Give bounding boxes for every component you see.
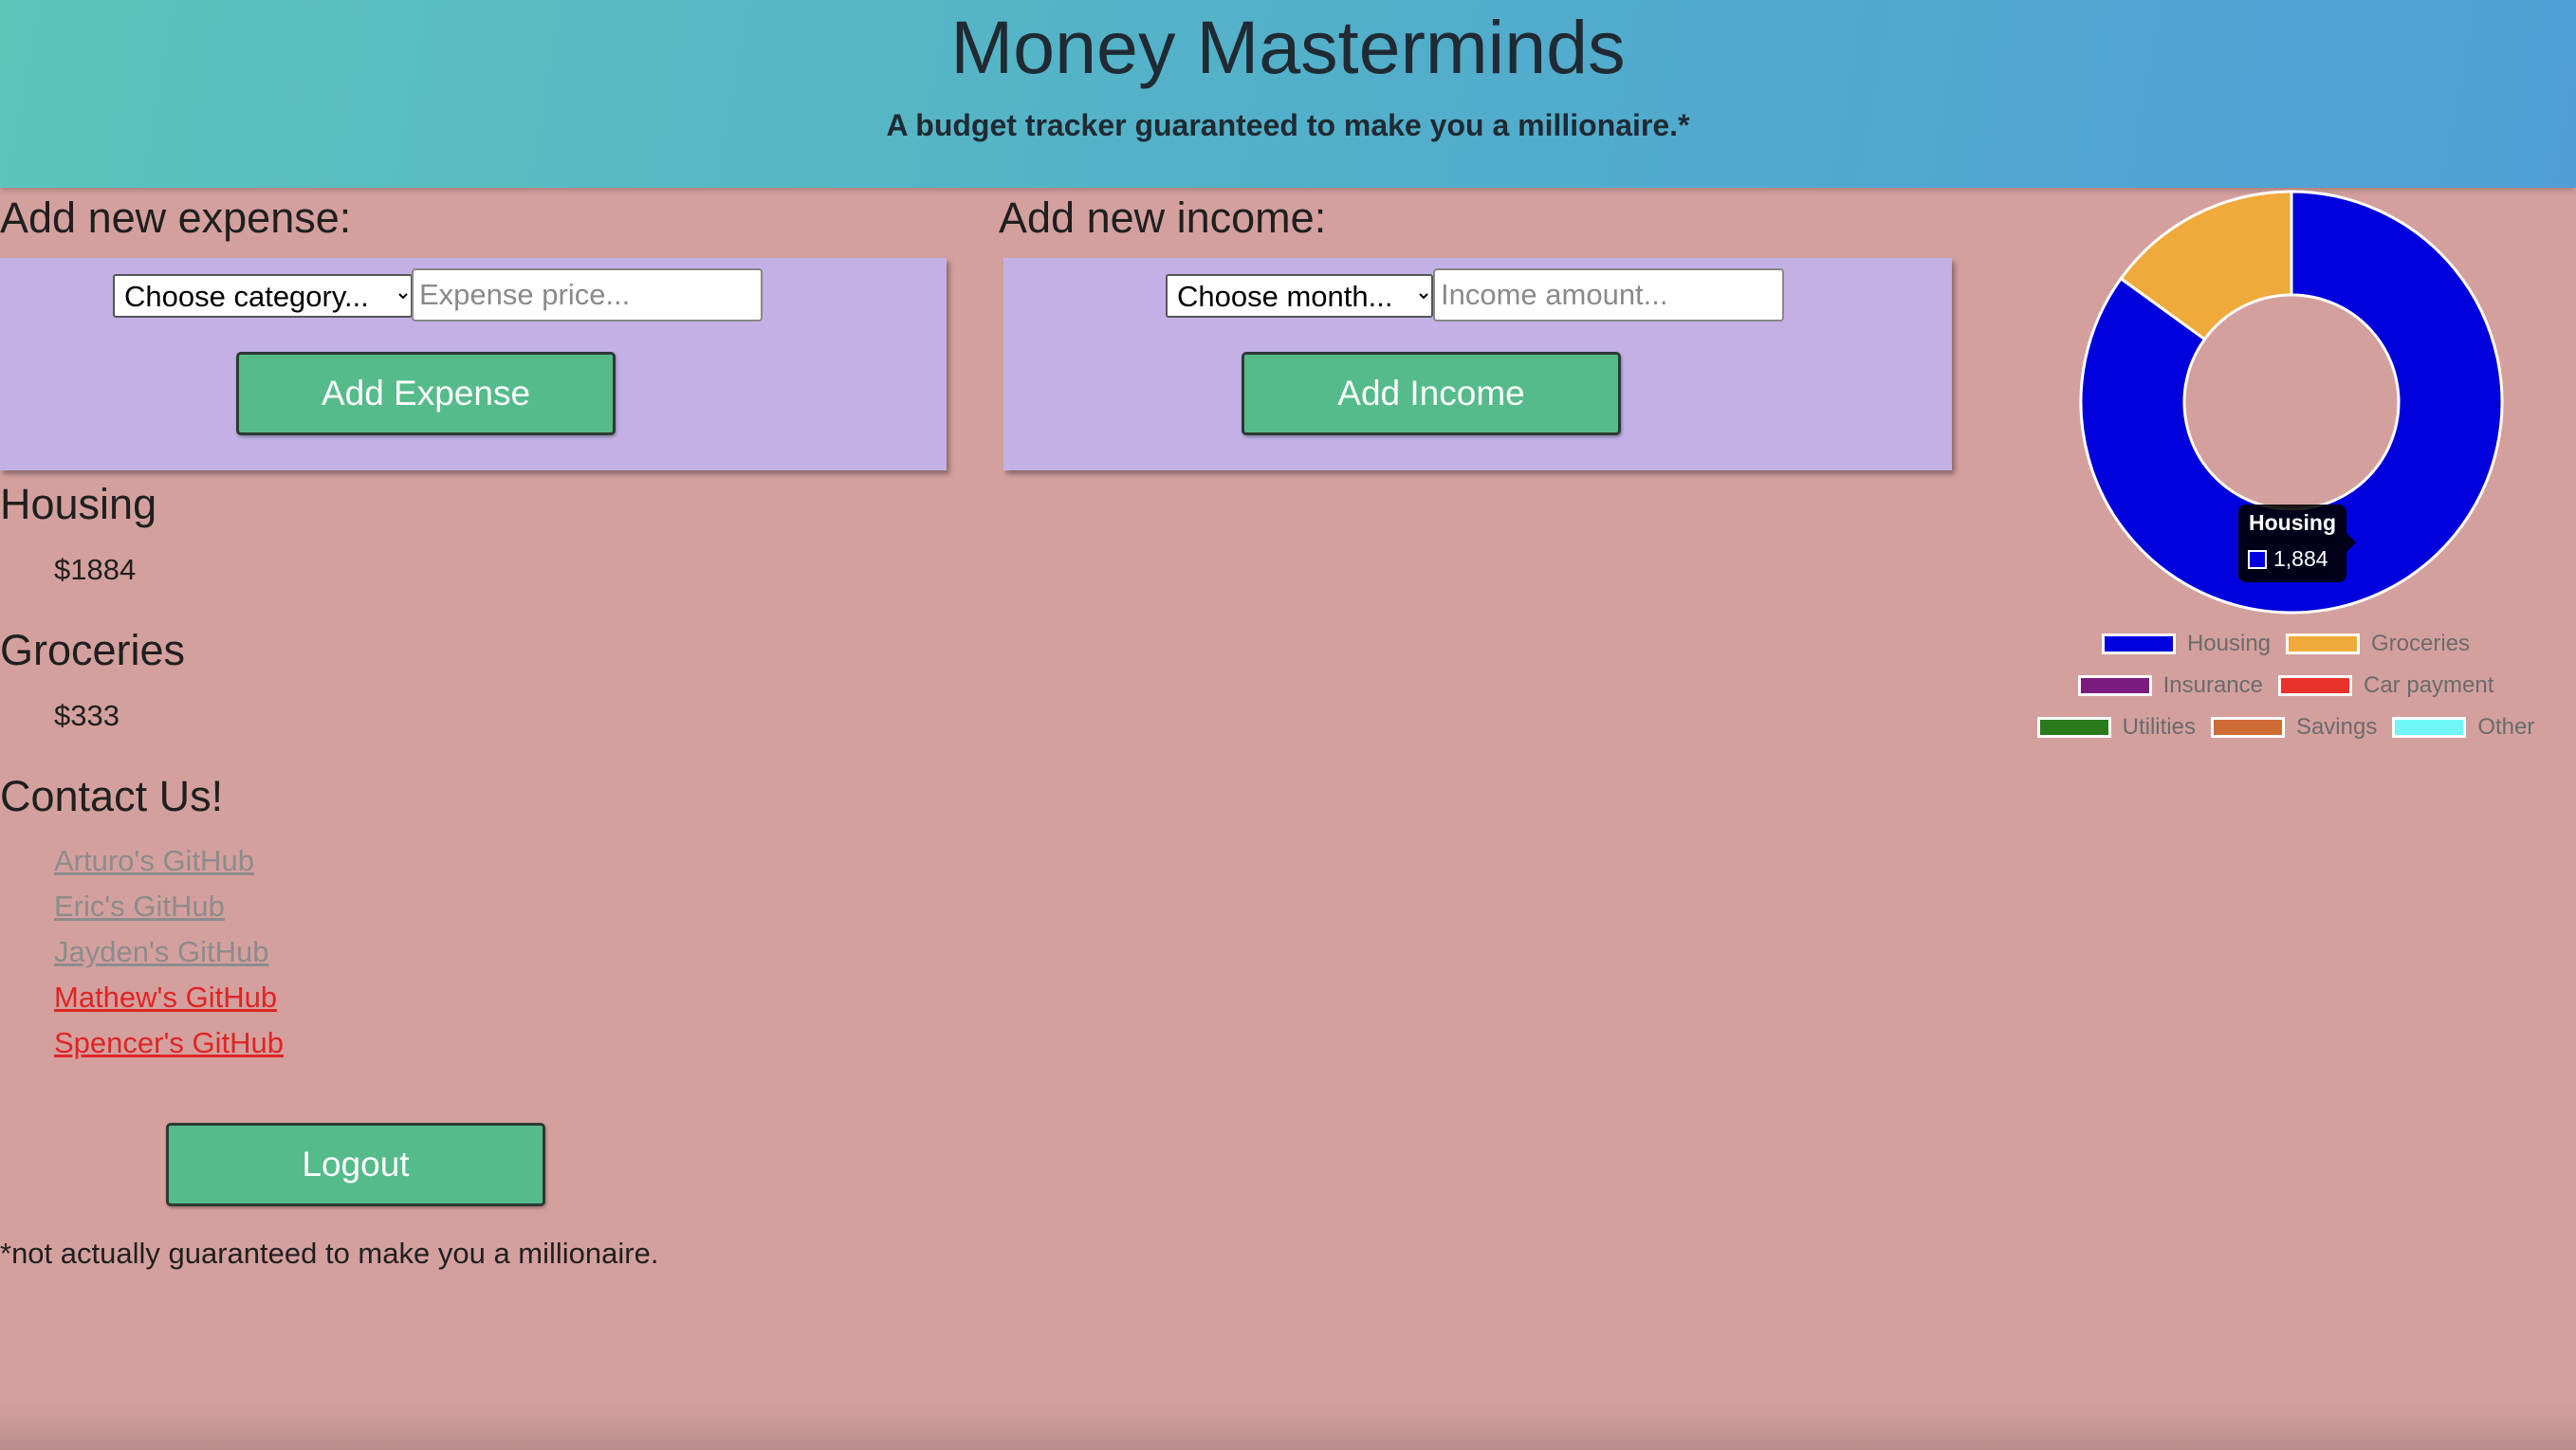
add-income-button[interactable]: Add Income [1242,352,1621,435]
tooltip-value: 1,884 [2273,546,2328,571]
income-form-panel: Choose month... Add Income [1003,258,1952,470]
legend-label: Other [2477,714,2535,740]
tooltip-swatch [2248,550,2267,569]
page-header: Money Masterminds A budget tracker guara… [0,0,2576,188]
income-month-select[interactable]: Choose month... [1166,274,1433,318]
legend-swatch [2278,675,2352,696]
github-link-arturo[interactable]: Arturo's GitHub [54,838,284,884]
legend-label: Insurance [2162,672,2263,698]
legend-label: Car payment [2364,672,2494,698]
expense-category-title: Housing [0,480,157,528]
legend-swatch [2101,633,2176,654]
legend-item-car-payment[interactable]: Car payment [2278,672,2493,699]
legend-label: Utilities [2122,714,2196,740]
expense-heading: Add new expense: [0,193,352,242]
contact-links: Arturo's GitHub Eric's GitHub Jayden's G… [54,838,284,1066]
legend-swatch [2036,717,2111,738]
legend-item-insurance[interactable]: Insurance [2077,672,2263,699]
legend-item-savings[interactable]: Savings [2210,714,2378,741]
expense-category-amount: $1884 [54,553,137,586]
legend-label: Savings [2295,714,2378,740]
chart-tooltip: Housing 1,884 [2238,505,2356,582]
legend-item-utilities[interactable]: Utilities [2036,714,2196,741]
expense-category-title: Groceries [0,626,186,674]
page-subtitle: A budget tracker guaranteed to make you … [886,108,1690,142]
tooltip-arrow [2346,533,2356,552]
github-link-jayden[interactable]: Jayden's GitHub [54,929,284,975]
page-title: Money Masterminds [950,5,1626,89]
github-link-spencer[interactable]: Spencer's GitHub [54,1020,284,1066]
chart-legend-row: Insurance Car payment [2020,672,2551,699]
logout-button[interactable]: Logout [166,1123,545,1206]
expense-form-panel: Choose category... Add Expense [0,258,947,470]
tooltip-title: Housing [2249,510,2336,535]
expense-category-select[interactable]: Choose category... [113,274,413,318]
legend-item-other[interactable]: Other [2392,714,2534,741]
legend-item-groceries[interactable]: Groceries [2286,631,2470,657]
footnote: *not actually guaranteed to make you a m… [0,1237,659,1270]
add-expense-button[interactable]: Add Expense [236,352,616,435]
legend-label: Housing [2186,631,2272,656]
chart-legend-row: Utilities Savings Other [2020,714,2551,741]
expense-category-amount: $333 [54,699,120,732]
income-heading: Add new income: [999,193,1327,242]
legend-swatch [2392,717,2467,738]
github-link-eric[interactable]: Eric's GitHub [54,884,284,929]
legend-item-housing[interactable]: Housing [2101,631,2272,657]
legend-swatch [2210,717,2285,738]
legend-swatch [2286,633,2361,654]
page-bottom-shadow [0,1404,2576,1450]
legend-label: Groceries [2371,631,2471,656]
legend-swatch [2077,675,2152,696]
contact-heading: Contact Us! [0,772,224,820]
expense-price-input[interactable] [412,268,763,321]
income-amount-input[interactable] [1433,268,1784,321]
chart-legend-row: Housing Groceries [2020,631,2551,657]
github-link-mathew[interactable]: Mathew's GitHub [54,975,284,1020]
